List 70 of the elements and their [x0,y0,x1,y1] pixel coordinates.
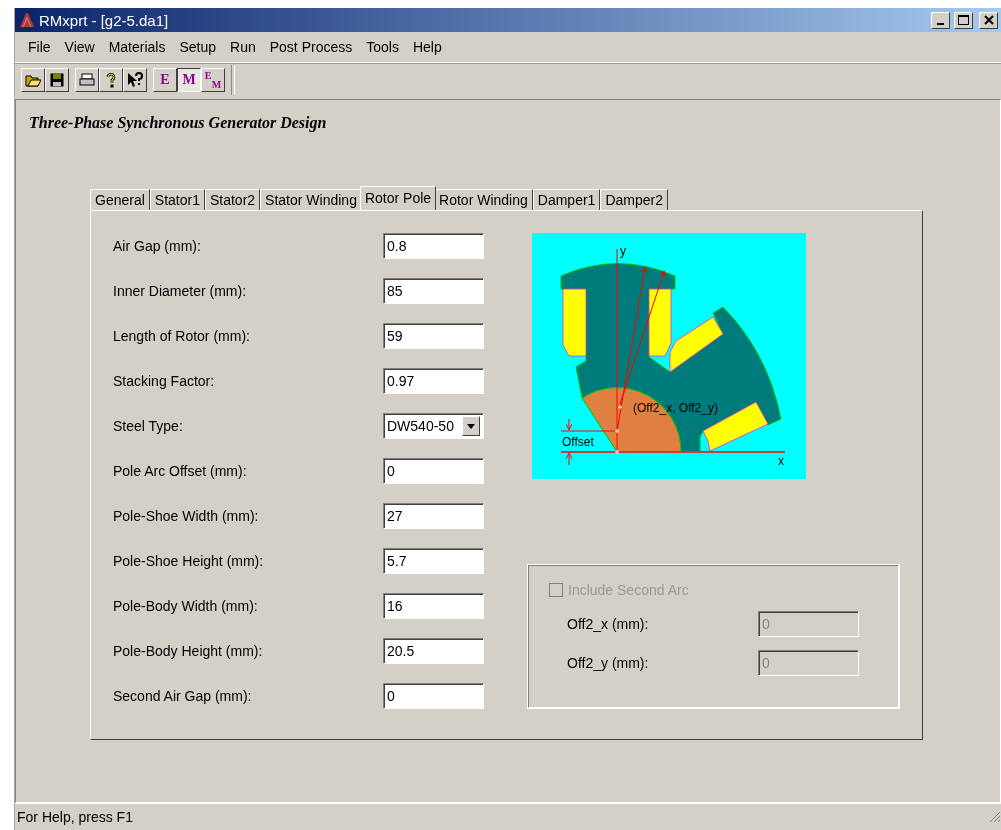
input-field[interactable]: 0.8 [383,233,484,259]
app-logo-icon [19,12,35,28]
close-icon [983,15,994,25]
checkbox-label: Include Second Arc [568,582,689,598]
question-icon [106,72,116,88]
toolbar-button[interactable] [75,68,99,92]
steel-type-dropdown[interactable]: DW540-50 [383,413,484,439]
tab[interactable]: Stator1 [149,189,205,210]
menu-item[interactable]: Run [223,39,263,55]
field-label: Pole Arc Offset (mm): [113,463,248,479]
mode-button[interactable]: M [177,68,201,92]
field-label: Pole-Shoe Height (mm): [113,553,265,569]
field-label: Stacking Factor: [113,373,216,389]
tab[interactable]: General [90,189,150,210]
minimize-button[interactable] [931,11,950,29]
field-label: Second Air Gap (mm): [113,688,253,704]
design-heading: Three-Phase Synchronous Generator Design [29,114,328,132]
input-field[interactable]: 85 [383,278,484,304]
field-label: Steel Type: [113,418,184,434]
tab[interactable]: Damper2 [600,189,668,210]
field-label: Inner Diameter (mm): [113,283,248,299]
folder-icon [25,73,41,87]
printer-icon [79,73,95,87]
field-label: Pole-Body Width (mm): [113,598,259,614]
pointer-question-icon [127,72,143,88]
axis-label: x [778,454,784,468]
axis-label: y [620,244,626,258]
menu-item[interactable]: View [57,39,102,55]
mode-button[interactable]: E [153,68,177,92]
input-field[interactable]: 20.5 [383,638,484,664]
mode-button[interactable]: E M [201,68,225,92]
menu-item[interactable]: Tools [359,39,406,55]
minimize-icon [937,23,944,25]
menu-item[interactable]: Materials [101,39,173,55]
input-field[interactable]: 27 [383,503,484,529]
status-text: For Help, press F1 [17,809,133,825]
input-field[interactable]: 59 [383,323,484,349]
menu-item[interactable]: Help [405,39,449,55]
maximize-button[interactable] [954,11,973,29]
tab[interactable]: Stator2 [204,189,261,210]
field-label: Length of Rotor (mm): [113,328,251,344]
input-field[interactable]: 0 [383,683,484,709]
input-field[interactable]: 16 [383,593,484,619]
maximize-icon [958,15,969,25]
floppy-icon [50,73,64,87]
tab[interactable]: Rotor Pole [359,186,437,210]
menu-item[interactable]: Post Process [262,39,360,55]
tab[interactable]: Damper1 [532,189,601,210]
input-field[interactable]: 5.7 [383,548,484,574]
toolbar-button[interactable] [21,68,45,92]
field-label: Off2_y (mm): [567,655,650,671]
field-label: Air Gap (mm): [113,238,202,254]
offset-label: Offset [562,435,594,449]
offset-marker [560,418,618,466]
menu-item[interactable]: File [21,39,58,55]
point-marker [614,404,623,455]
input-field[interactable]: 0 [383,458,484,484]
resize-grip-icon [989,811,1001,823]
toolbar-button[interactable] [123,68,147,92]
window-title: RMxprt - [g2-5.da1] [39,11,170,29]
field-label: Pole-Body Height (mm): [113,643,264,659]
toolbar-button[interactable] [45,68,69,92]
field-label: Off2_x (mm): [567,616,650,632]
menu-item[interactable]: Setup [172,39,224,55]
tab[interactable]: Rotor Winding [434,189,533,210]
close-button[interactable] [979,11,998,29]
toolbar-button[interactable] [99,68,123,92]
input-field[interactable]: 0.97 [383,368,484,394]
field-label: Pole-Shoe Width (mm): [113,508,260,524]
tab[interactable]: Stator Winding [260,189,362,210]
